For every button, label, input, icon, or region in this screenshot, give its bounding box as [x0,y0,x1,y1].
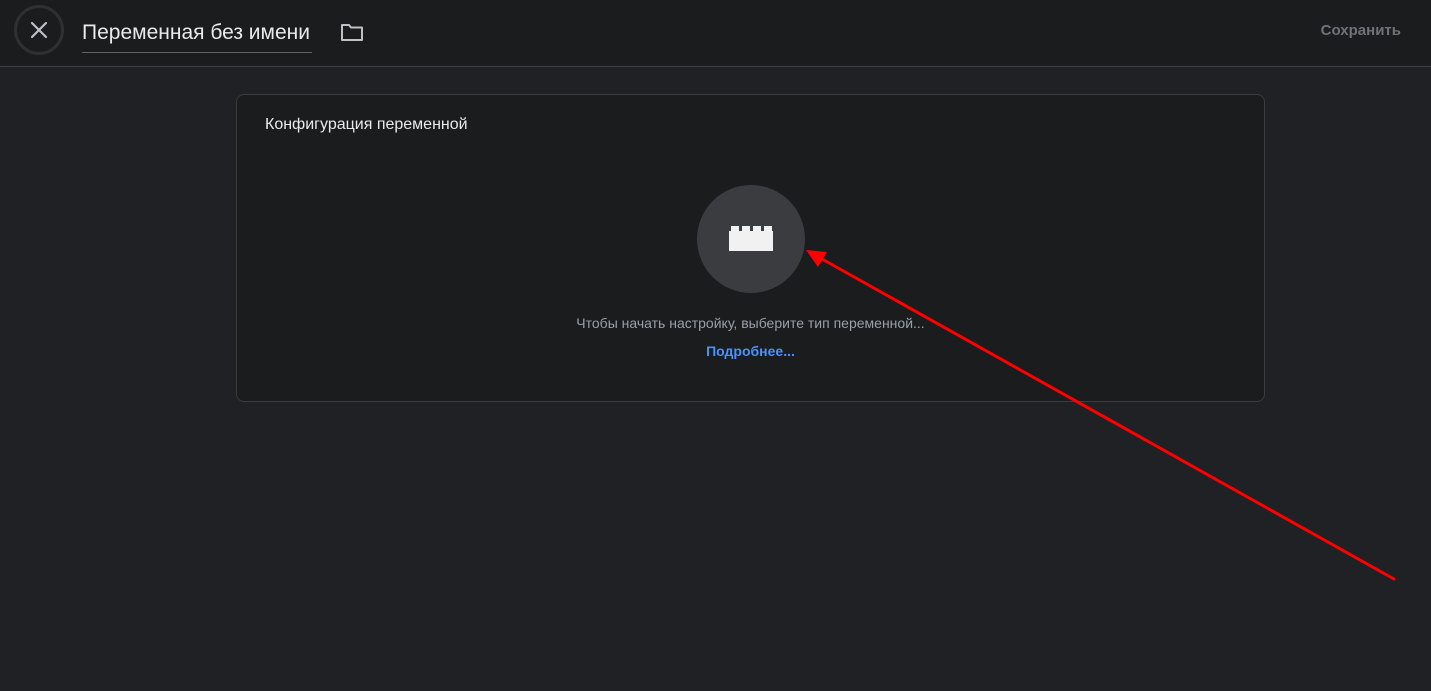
choose-variable-type-button[interactable] [697,185,805,293]
learn-more-wrapper: Подробнее... [237,343,1264,359]
card-title: Конфигурация переменной [265,116,468,133]
save-button[interactable]: Сохранить [1321,22,1401,39]
close-button[interactable] [14,5,64,55]
top-bar: Переменная без имени Сохранить [0,0,1431,67]
variable-configuration-card: Конфигурация переменной Чтобы начать нас… [236,94,1265,402]
hint-text: Чтобы начать настройку, выберите тип пер… [576,315,925,331]
variable-name-field[interactable]: Переменная без имени [82,18,312,53]
variable-block-icon [729,226,773,251]
folder-icon[interactable] [340,21,364,43]
close-icon [30,21,48,39]
learn-more-link[interactable]: Подробнее... [706,343,795,359]
